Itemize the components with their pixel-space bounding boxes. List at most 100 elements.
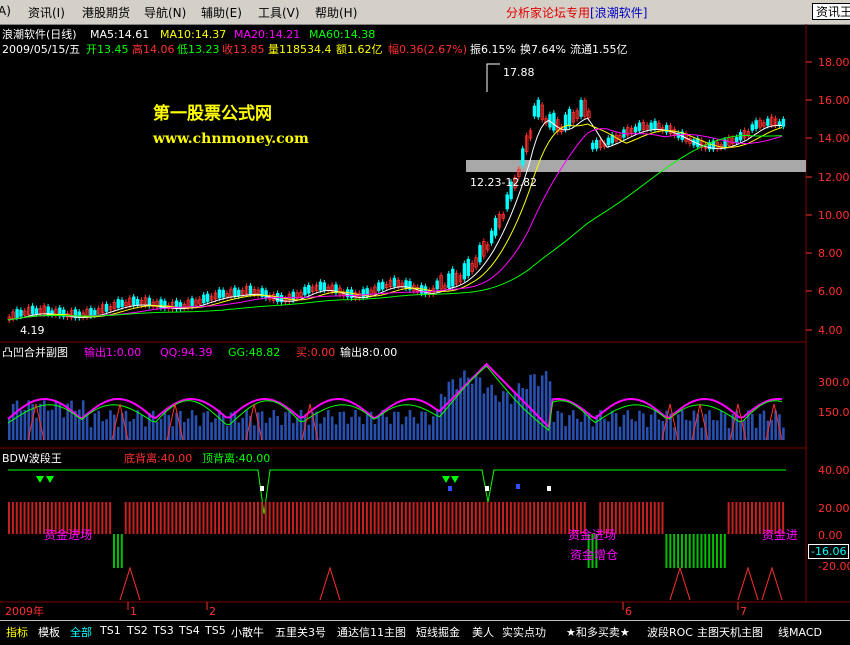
sub2-red-bar [435,502,438,534]
sub2-green-bar [696,534,699,568]
sub1-bar [525,388,528,440]
sub2-red-bar [505,502,508,534]
sub1-bar [560,412,563,440]
sub1-gg: GG:48.82 [228,346,281,359]
sub2-peak [119,566,141,601]
tab-ts5[interactable]: TS5 [205,624,226,637]
sub1-bar [770,419,774,440]
tab-short-gold[interactable]: 短线掘金 [416,624,460,640]
sub1-bar [268,417,272,440]
menu-item-hk-futures[interactable]: 港股期货 [82,4,130,21]
tab-small-bull[interactable]: 小散牛 [231,624,264,640]
sub1-bar [428,424,431,440]
sub2-green-bar [688,534,691,568]
sub2-red-bar [556,502,559,534]
sub1-bar [603,418,606,440]
sub1-bar [140,414,143,440]
sub1-bar [237,422,241,440]
sub2-red-bar [326,502,329,534]
price-candle [750,124,754,131]
price-candle [392,277,397,287]
sub2-red-bar [330,502,333,534]
sub1-bar [218,410,221,440]
tab-ts1[interactable]: TS1 [100,624,121,637]
tab-template[interactable]: 模板 [38,624,60,640]
tab-wave-roc[interactable]: 波段ROC [647,624,693,640]
sub1-out8: 输出8:0.00 [340,346,398,359]
quote-turnover: 换7.64% [520,43,566,56]
sub2-red-bar [661,502,664,534]
price-candle [738,132,743,141]
price-candle [233,287,237,297]
sub2-red-bar [467,502,470,534]
menu-item-help[interactable]: 帮助(H) [315,4,357,21]
sub1-bar [443,396,447,440]
tab-ts4[interactable]: TS4 [179,624,200,637]
sub2-red-bar [400,502,403,534]
sub2-red-bar [136,502,139,534]
price-candle [478,244,482,263]
price-candle [34,308,39,315]
price-candle [248,285,253,295]
price-candle [46,306,50,315]
sub2-red-bar [529,502,532,534]
price-candle [104,303,109,312]
tab-ts3[interactable]: TS3 [153,624,174,637]
price-candle [653,120,657,130]
sub2-tick-0: 0.00 [818,529,843,542]
sub2-red-bar [544,502,547,534]
sub2-peak [669,566,691,601]
tab-ts2[interactable]: TS2 [127,624,148,637]
sub2-red-bar [498,502,501,534]
quote-open: 开13.45 [86,43,129,56]
tab-solid-points[interactable]: 实实点功 [502,624,546,640]
tab-tdx-main[interactable]: 通达信11主图 [337,624,406,640]
menu-item-assist[interactable]: 辅助(E) [201,4,242,21]
sub1-title: 凸凹合并副图 [2,346,68,359]
sub1-bar [280,424,283,440]
menu-item-navigate[interactable]: 导航(N) [144,4,186,21]
sub1-bar [148,413,151,440]
sub2-red-bar [272,502,275,534]
sub1-bar [284,412,287,440]
sub1-bar [397,411,400,440]
sub1-bar [708,410,711,440]
sub1-bar [81,400,85,440]
price-candle [237,289,241,297]
sub2-red-bar [404,502,407,534]
sub2-red-bar [739,502,742,534]
peak-marker [486,63,500,92]
chart-area[interactable]: 浪潮软件(日线) MA5:14.61 MA10:14.37 MA20:14.21… [0,24,850,644]
sub2-tick-40: 40.00 [818,464,850,477]
sub1-bar [467,377,470,440]
sub2-red-bar [649,502,652,534]
price-candle [15,309,19,318]
sub2-red-bar [249,502,252,534]
price-candle [579,100,583,117]
tab-macd[interactable]: 线MACD [778,624,822,640]
tab-all[interactable]: 全部 [70,624,92,640]
sub2-peak [319,566,341,601]
tab-beauty[interactable]: 美人 [472,624,494,640]
menu-item-tools[interactable]: 工具(V) [258,4,300,21]
sub1-bar [136,410,139,440]
forum-link[interactable]: 分析家论坛专用[浪潮软件] [506,4,647,21]
price-tick-16: 16.00 [818,94,850,107]
sub2-red-bar [533,502,536,534]
tab-indicator[interactable]: 指标 [6,624,28,640]
sub2-red-bar [618,502,621,534]
menu-item-a[interactable]: A) [0,4,11,18]
sub1-bar [128,421,132,440]
sub1-bar [221,415,225,440]
tab-tianji-main[interactable]: 主图天机主图 [697,624,763,640]
tab-buy-sell[interactable]: ★和多买卖★ [566,624,630,640]
menu-item-info[interactable]: 资讯(I) [28,4,65,21]
tab-wuli-guan[interactable]: 五里关3号 [275,624,326,640]
sub2-red-bar [642,502,645,534]
sub2-red-bar [241,502,244,534]
sub1-bar [54,400,58,440]
sub2-green-bar [116,534,119,568]
sub2-red-bar [233,502,236,534]
sub2-red-bar [525,502,528,534]
info-king-button[interactable]: 资讯王 [812,3,850,20]
